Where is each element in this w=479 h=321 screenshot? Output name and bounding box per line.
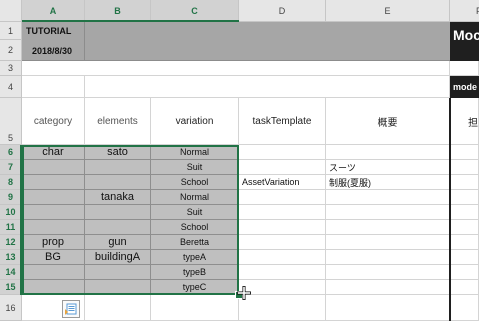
cell-summary-row6[interactable] [326, 145, 450, 160]
tutorial-date: 2018/8/30 [32, 46, 73, 56]
cell-assignee-row9[interactable] [450, 190, 479, 205]
cell-summary-row8[interactable]: 制服(夏服) [326, 175, 450, 190]
cell-summary-row11[interactable] [326, 220, 450, 235]
cell-assignee-row12[interactable] [450, 235, 479, 250]
cell-task-row9[interactable] [239, 190, 326, 205]
crosshair-cursor-icon [237, 286, 251, 300]
cell-e16[interactable] [326, 295, 450, 321]
column-header-a[interactable]: A [22, 0, 85, 22]
column-header-d[interactable]: D [239, 0, 326, 22]
cell-summary-row9[interactable] [326, 190, 450, 205]
cell-assignee-row14[interactable] [450, 265, 479, 280]
cell-f3[interactable] [450, 61, 479, 76]
row-header-11[interactable]: 11 [0, 220, 22, 235]
quick-analysis-button[interactable] [62, 300, 80, 318]
row-header-1[interactable]: 1 [0, 22, 22, 40]
row-header-4[interactable]: 4 [0, 76, 22, 98]
cell-assignee-row15[interactable] [450, 280, 479, 295]
cell-b4[interactable] [85, 76, 450, 98]
cell-task-row14[interactable] [239, 265, 326, 280]
header-elements[interactable]: elements [85, 98, 151, 145]
row-header-6[interactable]: 6 [0, 145, 22, 160]
cell-task-row10[interactable] [239, 205, 326, 220]
row-header-12[interactable]: 12 [0, 235, 22, 250]
cell-task-row11[interactable] [239, 220, 326, 235]
cell-d16[interactable] [239, 295, 326, 321]
cell-summary-row14[interactable] [326, 265, 450, 280]
row-header-9[interactable]: 9 [0, 190, 22, 205]
cell-task-row12[interactable] [239, 235, 326, 250]
cell-summary-row10[interactable] [326, 205, 450, 220]
cell-assignee-row7[interactable] [450, 160, 479, 175]
spreadsheet-grid[interactable]: A B C D E F 1 2 3 4 5 6 7 8 9 10 11 12 1… [0, 0, 479, 321]
cell-a4[interactable] [22, 76, 85, 98]
cell-summary-row12[interactable] [326, 235, 450, 250]
header-variation[interactable]: variation [151, 98, 239, 145]
cell-a3[interactable] [22, 61, 450, 76]
header-summary[interactable]: 概要 [326, 98, 450, 145]
cell-summary-row13[interactable] [326, 250, 450, 265]
cell-task-row8[interactable]: AssetVariation [239, 175, 326, 190]
header-assignee[interactable]: 担 [450, 98, 479, 145]
select-all-corner[interactable] [0, 0, 22, 22]
cell-c16[interactable] [151, 295, 239, 321]
cell-f4[interactable]: mode [450, 76, 479, 98]
cell-task-row15[interactable] [239, 280, 326, 295]
cell-assignee-row13[interactable] [450, 250, 479, 265]
header-task-template[interactable]: taskTemplate [239, 98, 326, 145]
cell-task-row7[interactable] [239, 160, 326, 175]
row-header-5[interactable]: 5 [0, 98, 22, 145]
cell-f16[interactable] [450, 295, 479, 321]
cell-assignee-row8[interactable] [450, 175, 479, 190]
selection-range[interactable] [22, 145, 239, 295]
header-category[interactable]: category [22, 98, 85, 145]
row-header-14[interactable]: 14 [0, 265, 22, 280]
quick-analysis-icon [65, 303, 77, 315]
row-header-13[interactable]: 13 [0, 250, 22, 265]
column-header-f[interactable]: F [450, 0, 479, 22]
cell-b16[interactable] [85, 295, 151, 321]
header-block-grey[interactable] [85, 22, 450, 61]
column-header-b[interactable]: B [85, 0, 151, 22]
cell-assignee-row10[interactable] [450, 205, 479, 220]
row-header-3[interactable]: 3 [0, 61, 22, 76]
cell-task-row6[interactable] [239, 145, 326, 160]
tutorial-title: TUTORIAL [26, 26, 72, 36]
right-border-line [449, 98, 451, 321]
row-header-2[interactable]: 2 [0, 40, 22, 61]
row-header-15[interactable]: 15 [0, 280, 22, 295]
row-header-8[interactable]: 8 [0, 175, 22, 190]
row-header-10[interactable]: 10 [0, 205, 22, 220]
cell-assignee-row6[interactable] [450, 145, 479, 160]
column-header-c[interactable]: C [151, 0, 239, 22]
row-header-16[interactable]: 16 [0, 295, 22, 321]
cell-task-row13[interactable] [239, 250, 326, 265]
cell-assignee-row11[interactable] [450, 220, 479, 235]
column-header-e[interactable]: E [326, 0, 450, 22]
right-title: Moc [453, 27, 479, 43]
row-header-7[interactable]: 7 [0, 160, 22, 175]
cell-summary-row7[interactable]: スーツ [326, 160, 450, 175]
cell-summary-row15[interactable] [326, 280, 450, 295]
